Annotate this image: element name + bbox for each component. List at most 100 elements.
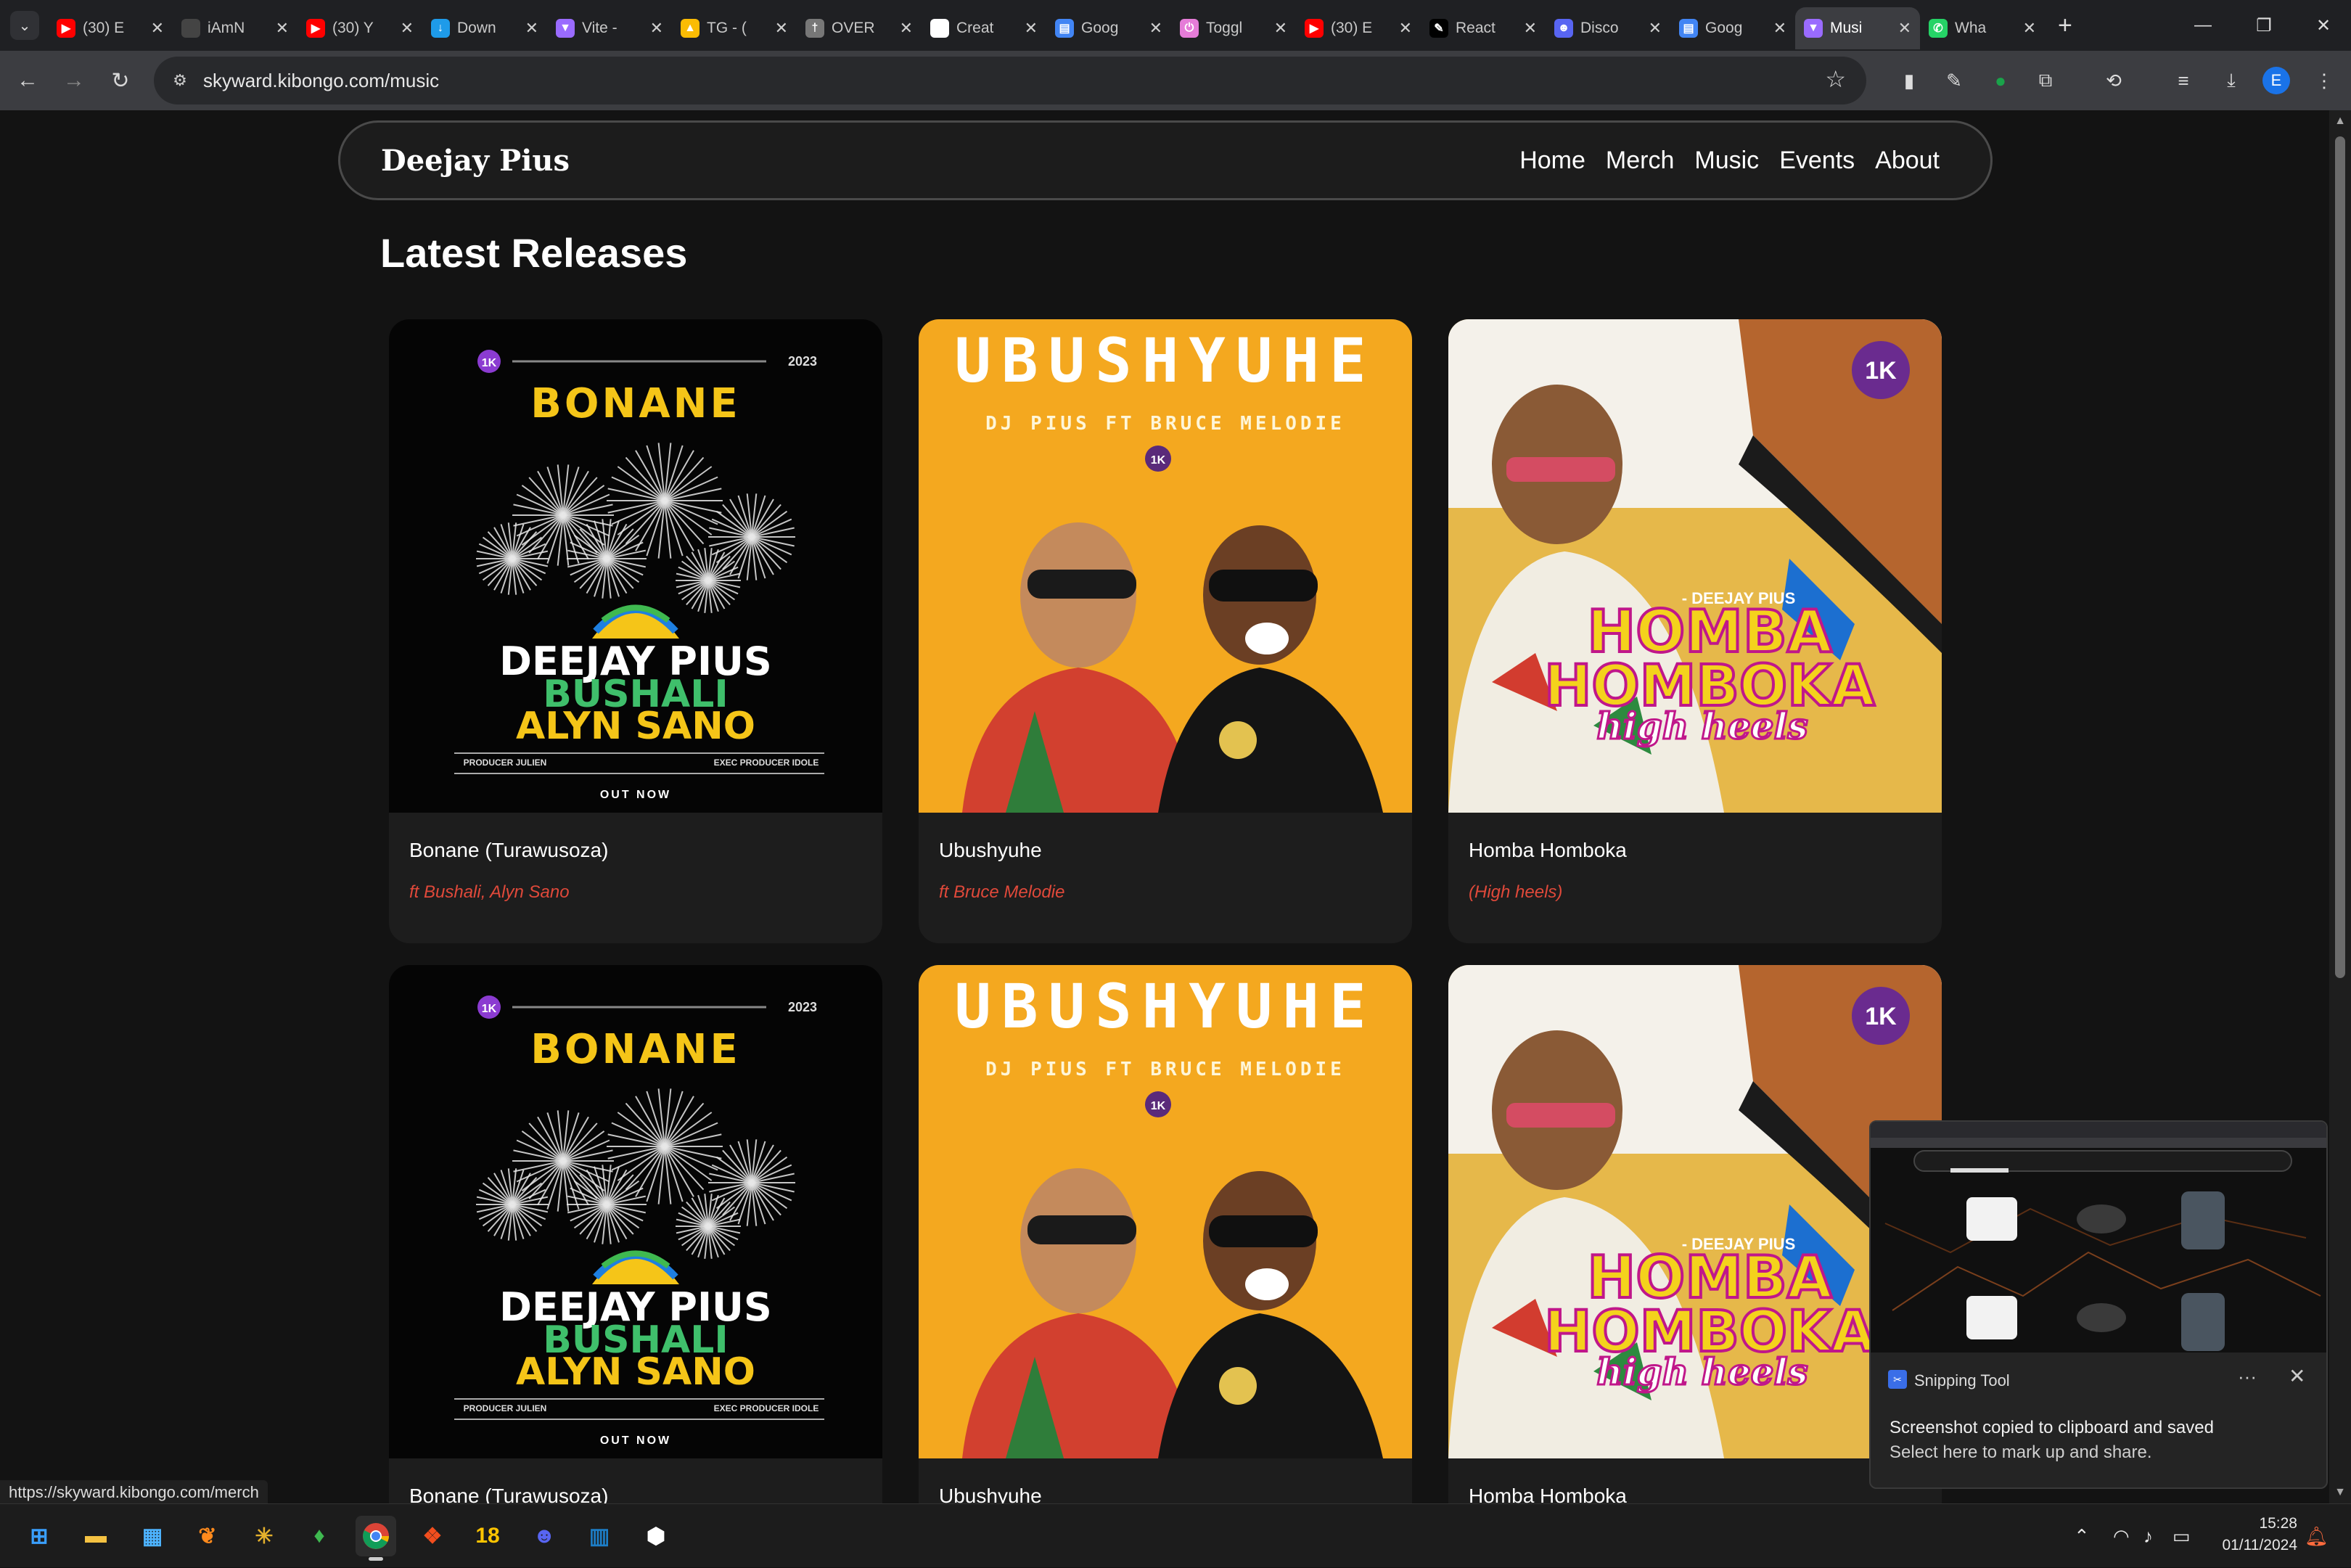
tray-overflow-icon[interactable]: ⌃ bbox=[2074, 1504, 2090, 1568]
toast-close-icon[interactable]: ✕ bbox=[2289, 1364, 2305, 1388]
browser-tab[interactable]: ↓ Down ✕ bbox=[422, 7, 547, 49]
taskbar-clock[interactable]: 15:28 01/11/2024 bbox=[2222, 1513, 2297, 1556]
release-card[interactable]: 1K 2023 BONANE DEEJAY PIUS BUSHALI ALYN … bbox=[389, 319, 882, 943]
app-18-icon[interactable]: 18 bbox=[467, 1516, 508, 1556]
green-extension-icon[interactable]: ● bbox=[1984, 64, 2017, 97]
release-title[interactable]: Ubushyuhe bbox=[939, 1485, 1042, 1503]
new-tab-icon[interactable]: + bbox=[2058, 12, 2072, 40]
scroll-up-icon[interactable]: ▲ bbox=[2329, 110, 2351, 132]
page-scrollbar[interactable]: ▲ ▼ bbox=[2329, 110, 2351, 1503]
browser-tab[interactable]: ▤ Goog ✕ bbox=[1670, 7, 1795, 49]
terminal-app-icon[interactable]: ⬢ bbox=[636, 1516, 676, 1556]
fl-studio-icon[interactable]: ❦ bbox=[187, 1516, 228, 1556]
tab-close-icon[interactable]: ✕ bbox=[1399, 19, 1412, 38]
scrollbar-thumb[interactable] bbox=[2335, 136, 2345, 978]
reading-list-icon[interactable]: ▮ bbox=[1892, 64, 1926, 97]
back-icon[interactable]: ← bbox=[9, 62, 46, 99]
browser-tab[interactable]: ▶ (30) E ✕ bbox=[1296, 7, 1421, 49]
browser-tab[interactable]: ▶ (30) E ✕ bbox=[48, 7, 173, 49]
tab-close-icon[interactable]: ✕ bbox=[401, 19, 414, 38]
browser-tab[interactable]: ▲ TG - (✕ bbox=[672, 7, 797, 49]
scroll-down-icon[interactable]: ▼ bbox=[2329, 1482, 2351, 1503]
nav-link-home[interactable]: Home bbox=[1519, 147, 1585, 175]
release-card[interactable]: UBUSHYUHE DJ PIUS FT BRUCE MELODIE 1K Ub… bbox=[919, 319, 1412, 943]
tab-close-icon[interactable]: ✕ bbox=[900, 19, 913, 38]
tab-close-icon[interactable]: ✕ bbox=[1524, 19, 1537, 38]
site-info-icon[interactable]: ⚙ bbox=[165, 66, 194, 95]
tab-close-icon[interactable]: ✕ bbox=[151, 19, 164, 38]
profile-avatar[interactable]: E bbox=[2262, 67, 2290, 94]
screenshot-thumbnail[interactable] bbox=[1871, 1122, 2326, 1352]
bookmark-star-icon[interactable]: ☆ bbox=[1825, 65, 1846, 93]
release-title[interactable]: Bonane (Turawusoza) bbox=[409, 839, 608, 862]
release-title[interactable]: Homba Homboka bbox=[1469, 839, 1627, 862]
site-brand[interactable]: Deejay Pius bbox=[381, 144, 570, 178]
tab-close-icon[interactable]: ✕ bbox=[1898, 19, 1911, 38]
reload-icon[interactable]: ↻ bbox=[102, 62, 139, 99]
tab-close-icon[interactable]: ✕ bbox=[276, 19, 289, 38]
browser-tab[interactable]: ▼ Vite - ✕ bbox=[547, 7, 672, 49]
nav-link-events[interactable]: Events bbox=[1779, 147, 1855, 175]
tab-close-icon[interactable]: ✕ bbox=[1149, 19, 1162, 38]
address-bar[interactable]: ⚙ skyward.kibongo.com/music ☆ bbox=[154, 57, 1866, 104]
browser-tab[interactable]: ▤ Goog ✕ bbox=[1046, 7, 1171, 49]
close-window-icon[interactable]: ✕ bbox=[2296, 0, 2351, 51]
eyedropper-extension-icon[interactable]: ✎ bbox=[1937, 64, 1971, 97]
browser-tab[interactable]: ● Creat ✕ bbox=[922, 7, 1046, 49]
figma-icon[interactable]: ❖ bbox=[412, 1516, 453, 1556]
release-title[interactable]: Bonane (Turawusoza) bbox=[409, 1485, 608, 1503]
snipping-tool-notification[interactable]: ✂ Snipping Tool ··· ✕ Screenshot copied … bbox=[1869, 1120, 2328, 1489]
history-icon[interactable]: ⟲ bbox=[2097, 64, 2130, 97]
toast-more-options-icon[interactable]: ··· bbox=[2238, 1366, 2257, 1388]
browser-tab[interactable]: ☻ Disco ✕ bbox=[1546, 7, 1670, 49]
homba-homboka-cover-art[interactable]: 1K - DEEJAY PIUS HOMBA HOMBOKA high heel… bbox=[1448, 965, 1942, 1458]
battery-icon[interactable]: ▭ bbox=[2172, 1504, 2191, 1568]
downloads-icon[interactable]: ⤓ bbox=[2215, 64, 2248, 97]
release-card[interactable]: UBUSHYUHE DJ PIUS FT BRUCE MELODIE 1K Ub… bbox=[919, 965, 1412, 1503]
minimize-icon[interactable]: — bbox=[2175, 0, 2231, 51]
windows-start-icon[interactable]: ⊞ bbox=[19, 1516, 60, 1556]
release-card[interactable]: 1K - DEEJAY PIUS HOMBA HOMBOKA high heel… bbox=[1448, 319, 1942, 943]
chrome-icon[interactable] bbox=[356, 1516, 396, 1561]
tab-close-icon[interactable]: ✕ bbox=[1773, 19, 1786, 38]
notification-bell-icon[interactable]: 🔔︎ bbox=[2305, 1504, 2329, 1568]
release-card[interactable]: 1K - DEEJAY PIUS HOMBA HOMBOKA high heel… bbox=[1448, 965, 1942, 1503]
tab-close-icon[interactable]: ✕ bbox=[1025, 19, 1038, 38]
restore-icon[interactable]: ❐ bbox=[2236, 0, 2291, 51]
tab-close-icon[interactable]: ✕ bbox=[650, 19, 663, 38]
media-controls-icon[interactable]: ≡ bbox=[2167, 64, 2200, 97]
bonane-cover-art[interactable]: 1K 2023 BONANE DEEJAY PIUS BUSHALI ALYN … bbox=[389, 965, 882, 1458]
volume-icon[interactable]: ♪ bbox=[2143, 1504, 2153, 1568]
tab-close-icon[interactable]: ✕ bbox=[2023, 19, 2036, 38]
discord-icon[interactable]: ☻ bbox=[524, 1516, 565, 1556]
forward-icon[interactable]: → bbox=[55, 62, 93, 99]
nav-link-music[interactable]: Music bbox=[1694, 147, 1759, 175]
browser-tab[interactable]: † OVER ✕ bbox=[797, 7, 922, 49]
file-explorer-icon[interactable]: ▬ bbox=[75, 1516, 116, 1556]
extensions-puzzle-icon[interactable]: ⧉ bbox=[2029, 64, 2062, 97]
homba-homboka-cover-art[interactable]: 1K - DEEJAY PIUS HOMBA HOMBOKA high heel… bbox=[1448, 319, 1942, 813]
slack-icon[interactable]: ✳ bbox=[244, 1516, 284, 1556]
tab-close-icon[interactable]: ✕ bbox=[525, 19, 538, 38]
tab-search-dropdown-icon[interactable]: ⌄ bbox=[10, 11, 39, 40]
wifi-icon[interactable]: ◠ bbox=[2113, 1504, 2130, 1568]
release-title[interactable]: Homba Homboka bbox=[1469, 1485, 1627, 1503]
browser-tab[interactable]: ✎ React ✕ bbox=[1421, 7, 1546, 49]
browser-tab[interactable]: ✆ Wha ✕ bbox=[1920, 7, 2045, 49]
nav-link-merch[interactable]: Merch bbox=[1606, 147, 1674, 175]
mongodb-icon[interactable]: ♦ bbox=[299, 1516, 340, 1556]
bonane-cover-art[interactable]: 1K 2023 BONANE DEEJAY PIUS BUSHALI ALYN … bbox=[389, 319, 882, 813]
browser-tab[interactable]: ⏻ Toggl ✕ bbox=[1171, 7, 1296, 49]
nav-link-about[interactable]: About bbox=[1875, 147, 1940, 175]
ubushyuhe-cover-art[interactable]: UBUSHYUHE DJ PIUS FT BRUCE MELODIE 1K bbox=[919, 319, 1412, 813]
browser-tab[interactable]: iAmN ✕ bbox=[173, 7, 298, 49]
microsoft-store-icon[interactable]: ▦ bbox=[132, 1516, 173, 1556]
ubushyuhe-cover-art[interactable]: UBUSHYUHE DJ PIUS FT BRUCE MELODIE 1K bbox=[919, 965, 1412, 1458]
tab-close-icon[interactable]: ✕ bbox=[1649, 19, 1662, 38]
browser-menu-icon[interactable]: ⋮ bbox=[2307, 64, 2341, 97]
trello-icon[interactable]: ▥ bbox=[579, 1516, 620, 1556]
tab-close-icon[interactable]: ✕ bbox=[1274, 19, 1287, 38]
browser-tab[interactable]: ▶ (30) Y ✕ bbox=[298, 7, 422, 49]
address-url[interactable]: skyward.kibongo.com/music bbox=[203, 70, 439, 92]
tab-close-icon[interactable]: ✕ bbox=[775, 19, 788, 38]
